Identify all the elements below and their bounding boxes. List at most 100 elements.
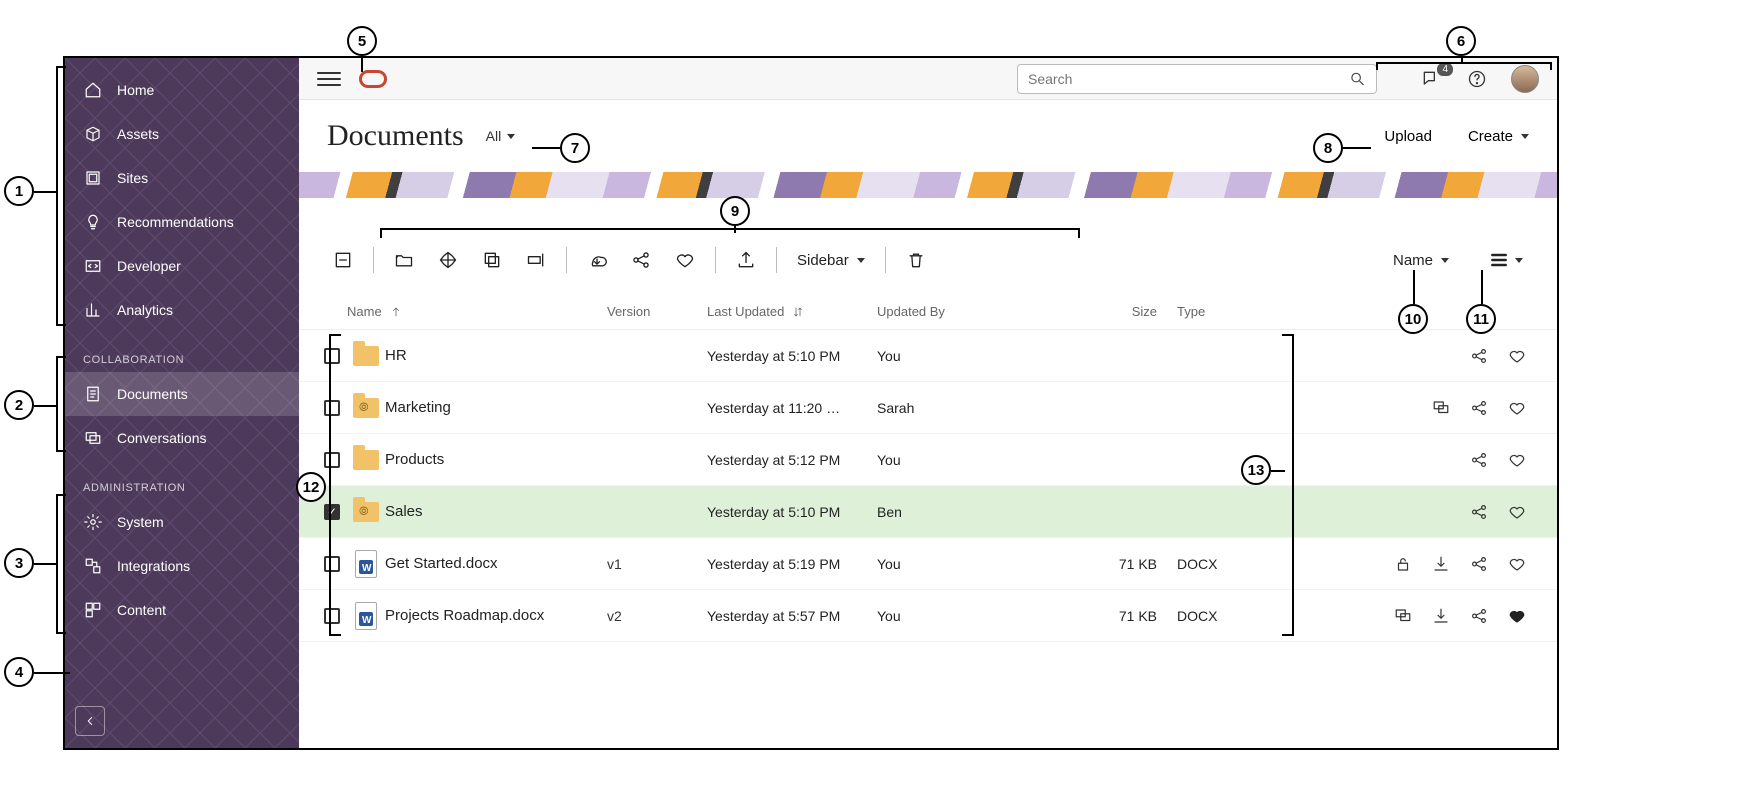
- sidebar-item-integrations[interactable]: Integrations: [65, 544, 299, 588]
- sidebar-item-documents[interactable]: Documents: [65, 372, 299, 416]
- annotation-1: 1: [4, 176, 34, 206]
- share-icon[interactable]: [621, 240, 661, 280]
- home-icon: [83, 80, 103, 100]
- annotation-line: [34, 405, 56, 407]
- row-share-icon[interactable]: [1469, 502, 1489, 522]
- row-actions: [1469, 502, 1557, 522]
- folder-icon: [353, 398, 379, 418]
- annotation-4: 4: [4, 657, 34, 687]
- row-share-icon[interactable]: [1469, 398, 1489, 418]
- sidebar-item-assets[interactable]: Assets: [65, 112, 299, 156]
- move-icon[interactable]: [428, 240, 468, 280]
- sidebar-item-label: Documents: [117, 386, 188, 402]
- annotation-12: 12: [296, 472, 326, 502]
- row-comment-icon[interactable]: [1431, 398, 1451, 418]
- search-input[interactable]: [1028, 71, 1349, 87]
- row-name: HR: [385, 347, 607, 364]
- row-share-icon[interactable]: [1469, 346, 1489, 366]
- table-row[interactable]: HRYesterday at 5:10 PMYou: [299, 330, 1557, 382]
- row-name: Sales: [385, 503, 607, 520]
- row-size: 71 KB: [1047, 608, 1177, 624]
- row-updated: Yesterday at 5:19 PM: [707, 556, 877, 572]
- decorative-banner: [299, 172, 1557, 198]
- col-header-version[interactable]: Version: [607, 304, 707, 319]
- row-comment-icon[interactable]: [1393, 606, 1413, 626]
- filter-dropdown[interactable]: All: [486, 128, 516, 144]
- row-fav-filled-icon[interactable]: [1507, 606, 1527, 626]
- row-download-icon[interactable]: [1431, 606, 1451, 626]
- annotation-13: 13: [1241, 455, 1271, 485]
- table-row[interactable]: ProductsYesterday at 5:12 PMYou: [299, 434, 1557, 486]
- sidebar-item-label: Content: [117, 602, 166, 618]
- sidebar-item-home[interactable]: Home: [65, 68, 299, 112]
- sidebar-collapse-button[interactable]: [75, 706, 105, 736]
- row-type: DOCX: [1177, 608, 1277, 624]
- col-header-size[interactable]: Size: [1047, 304, 1177, 319]
- sidebar-item-label: Analytics: [117, 302, 173, 318]
- sidebar-panel-dropdown[interactable]: Sidebar: [787, 252, 875, 269]
- row-fav-icon[interactable]: [1507, 346, 1527, 366]
- select-all-toggle[interactable]: [323, 240, 363, 280]
- upload-icon[interactable]: [726, 240, 766, 280]
- sidebar-item-sites[interactable]: Sites: [65, 156, 299, 200]
- view-mode-dropdown[interactable]: [1479, 250, 1533, 270]
- system-icon: [83, 512, 103, 532]
- col-header-by[interactable]: Updated By: [877, 304, 1047, 319]
- open-icon[interactable]: [384, 240, 424, 280]
- sidebar-item-analytics[interactable]: Analytics: [65, 288, 299, 332]
- sidebar-item-label: Sites: [117, 170, 148, 186]
- row-fav-icon[interactable]: [1507, 502, 1527, 522]
- page-header: Documents All Upload Create: [299, 100, 1557, 172]
- create-label: Create: [1468, 128, 1513, 145]
- row-lock-icon[interactable]: [1393, 554, 1413, 574]
- copy-icon[interactable]: [472, 240, 512, 280]
- docx-icon: [355, 602, 377, 630]
- assets-icon: [83, 124, 103, 144]
- row-fav-icon[interactable]: [1507, 450, 1527, 470]
- topbar: 4: [299, 58, 1557, 100]
- bulb-icon: [83, 212, 103, 232]
- col-header-name[interactable]: Name: [347, 304, 607, 319]
- sidebar-item-recommendations[interactable]: Recommendations: [65, 200, 299, 244]
- annotation-bracket: [56, 356, 66, 452]
- create-dropdown[interactable]: Create: [1468, 128, 1529, 145]
- row-updated: Yesterday at 11:20 …: [707, 400, 877, 416]
- help-icon[interactable]: [1465, 67, 1489, 91]
- search-wrap: [1017, 64, 1377, 94]
- separator: [373, 247, 374, 273]
- filter-label: All: [486, 128, 502, 144]
- table-row[interactable]: Get Started.docxv1Yesterday at 5:19 PMYo…: [299, 538, 1557, 590]
- col-header-updated[interactable]: Last Updated: [707, 304, 877, 319]
- sidebar-item-label: System: [117, 514, 164, 530]
- annotation-7: 7: [560, 133, 590, 163]
- row-share-icon[interactable]: [1469, 554, 1489, 574]
- table-row[interactable]: MarketingYesterday at 11:20 …Sarah: [299, 382, 1557, 434]
- annotation-line: [1343, 147, 1371, 149]
- table-row[interactable]: Projects Roadmap.docxv2Yesterday at 5:57…: [299, 590, 1557, 642]
- row-download-icon[interactable]: [1431, 554, 1451, 574]
- sidebar-item-conversations[interactable]: Conversations: [65, 416, 299, 460]
- hamburger-icon[interactable]: [317, 67, 341, 91]
- folder-icon: [353, 450, 379, 470]
- row-share-icon[interactable]: [1469, 450, 1489, 470]
- row-updated: Yesterday at 5:10 PM: [707, 504, 877, 520]
- table-row[interactable]: SalesYesterday at 5:10 PMBen: [299, 486, 1557, 538]
- sidebar-item-content[interactable]: Content: [65, 588, 299, 632]
- search-input-wrap[interactable]: [1017, 64, 1377, 94]
- upload-button[interactable]: Upload: [1384, 128, 1432, 145]
- notifications-icon[interactable]: 4: [1419, 67, 1443, 91]
- row-share-icon[interactable]: [1469, 606, 1489, 626]
- sort-dropdown[interactable]: Name: [1383, 252, 1459, 269]
- conversations-icon: [83, 428, 103, 448]
- folder-icon: [353, 346, 379, 366]
- delete-icon[interactable]: [896, 240, 936, 280]
- col-header-type[interactable]: Type: [1177, 304, 1277, 319]
- favorite-icon[interactable]: [665, 240, 705, 280]
- rename-icon[interactable]: [516, 240, 556, 280]
- sidebar-item-system[interactable]: System: [65, 500, 299, 544]
- row-fav-icon[interactable]: [1507, 398, 1527, 418]
- row-fav-icon[interactable]: [1507, 554, 1527, 574]
- download-icon[interactable]: [577, 240, 617, 280]
- annotation-bracket: [1376, 62, 1552, 70]
- sidebar-item-developer[interactable]: Developer: [65, 244, 299, 288]
